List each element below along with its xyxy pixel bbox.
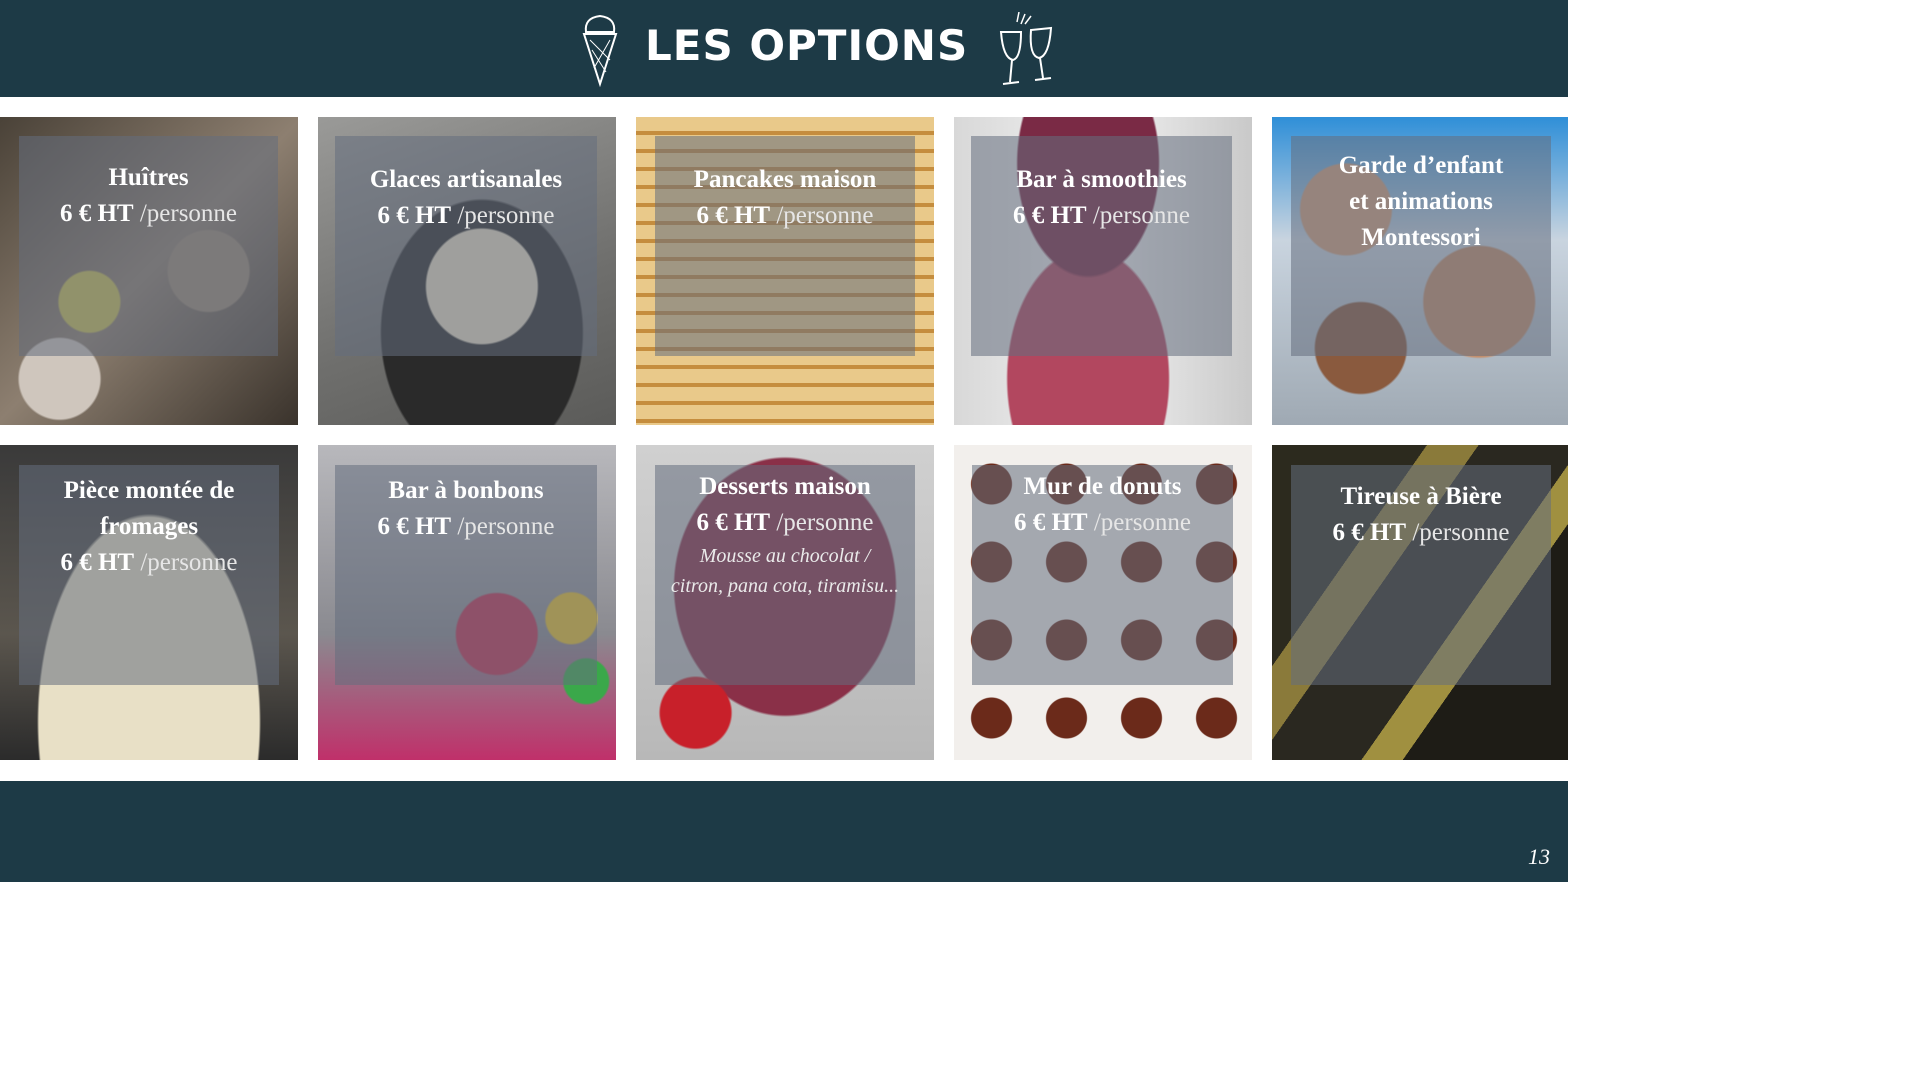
option-unit: /personne [1093,509,1192,536]
option-overlay: Mur de donuts 6 € HT /personne [972,465,1233,685]
option-title: Huîtres [108,164,189,191]
option-title: Bar à smoothies [1016,166,1187,193]
option-title-line: Pièce montée de [63,477,235,504]
option-price: 6 € HT [1013,509,1088,536]
option-price: 6 € HT [1012,202,1087,229]
option-overlay: Pancakes maison 6 € HT /personne [655,136,915,356]
option-card-fromages: Pièce montée de fromages 6 € HT /personn… [0,445,298,760]
option-unit: /personne [457,202,555,229]
wine-glasses-icon [999,12,1053,85]
option-price-line: 6 € HT /personne [19,545,279,581]
option-subtitle-line: Mousse au chocolat / [699,545,871,567]
option-title: Desserts maison [699,473,871,500]
option-price: 6 € HT [60,549,135,576]
option-price: 6 € HT [1332,519,1407,546]
option-overlay: Bar à bonbons 6 € HT /personne [335,465,597,685]
option-unit: /personne [776,509,874,536]
option-subtitle-line: citron, pana cota, tiramisu... [670,575,900,597]
option-unit: /personne [457,513,555,540]
footer-bar: 13 [0,781,1568,882]
option-card-donuts: Mur de donuts 6 € HT /personne [954,445,1252,760]
option-card-desserts: Desserts maison 6 € HT /personne Mousse … [636,445,934,760]
option-title-line: Montessori [1361,224,1481,251]
option-price-line: 6 € HT /personne [335,509,597,545]
option-title-line: et animations [1349,188,1493,215]
option-card-garde-enfant: Garde d’enfant et animations Montessori [1272,117,1568,425]
option-overlay: Garde d’enfant et animations Montessori [1291,136,1551,356]
option-unit: /personne [140,549,238,576]
option-overlay: Huîtres 6 € HT /personne [19,136,278,356]
option-overlay: Tireuse à Bière 6 € HT /personne [1291,465,1551,685]
header-bar: LES OPTIONS [0,0,1568,97]
option-price: 6 € HT [59,200,134,227]
option-price: 6 € HT [696,202,771,229]
page-title: LES OPTIONS [645,21,969,70]
option-price: 6 € HT [377,513,452,540]
option-price-line: 6 € HT /personne [1291,515,1551,551]
option-title: Pancakes maison [693,166,877,193]
option-price: 6 € HT [696,509,771,536]
option-price: 6 € HT [377,202,452,229]
option-price-line: 6 € HT /personne [655,198,915,234]
option-overlay: Glaces artisanales 6 € HT /personne [335,136,597,356]
option-title: Mur de donuts [1023,473,1182,500]
option-card-bonbons: Bar à bonbons 6 € HT /personne [318,445,616,760]
option-overlay: Desserts maison 6 € HT /personne Mousse … [655,465,915,685]
option-price-line: 6 € HT /personne [971,198,1232,234]
option-overlay: Bar à smoothies 6 € HT /personne [971,136,1232,356]
option-price-line: 6 € HT /personne [19,196,278,232]
option-title: Bar à bonbons [388,477,544,504]
option-overlay: Pièce montée de fromages 6 € HT /personn… [19,465,279,685]
ice-cream-cone-icon [582,14,618,88]
option-unit: /personne [1412,519,1510,546]
option-price-line: 6 € HT /personne [972,505,1233,541]
option-price-line: 6 € HT /personne [335,198,597,234]
option-unit: /personne [139,200,238,227]
option-price-line: 6 € HT /personne [655,505,915,541]
option-card-glaces: Glaces artisanales 6 € HT /personne [318,117,616,425]
option-title: Tireuse à Bière [1340,483,1502,510]
option-card-biere: Tireuse à Bière 6 € HT /personne [1272,445,1568,760]
option-card-smoothies: Bar à smoothies 6 € HT /personne [954,117,1252,425]
page-number: 13 [1528,844,1550,869]
option-title: Glaces artisanales [369,166,563,193]
option-card-pancakes: Pancakes maison 6 € HT /personne [636,117,934,425]
option-unit: /personne [776,202,874,229]
option-unit: /personne [1092,202,1191,229]
option-title-line: fromages [99,513,199,540]
option-title-line: Garde d’enfant [1338,152,1504,179]
option-card-huitres: Huîtres 6 € HT /personne [0,117,298,425]
